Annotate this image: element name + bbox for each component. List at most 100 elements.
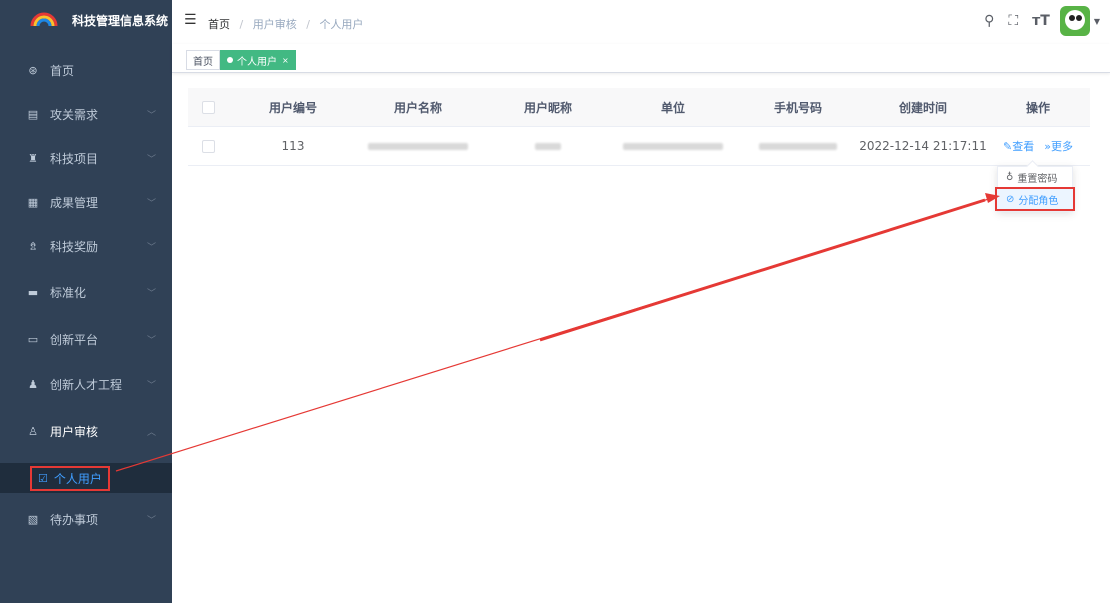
sidebar-subitem-label: 个人用户 [53,471,102,486]
cell-nickname-redacted [503,127,593,165]
row-checkbox[interactable] [198,127,218,165]
tag-personal-user[interactable]: 个人用户 × [220,50,296,70]
column-header: 用户名称 [393,100,442,115]
table-header: 用户编号 用户名称 用户昵称 单位 手机号码 创建时间 操作 [188,88,1090,127]
sidebar-item-label: 科技奖励 [50,239,99,254]
award-icon: ⇯ [28,239,38,253]
annotation-line-thick [539,198,986,342]
more-button[interactable]: »更多 [1044,138,1073,154]
tag-label: 首页 [193,56,213,68]
sidebar-item-platform[interactable]: ▭ 创新平台 ﹀ [0,314,172,364]
cell-username-redacted [363,127,473,165]
sidebar-item-results[interactable]: ▦ 成果管理 ﹀ [0,177,172,227]
sidebar-subitem-personal-user[interactable]: ☑ 个人用户 [0,463,172,493]
sidebar-item-label: 标准化 [50,285,87,300]
user-audit-icon: ♙ [28,424,38,438]
more-dropdown: ♁ 重置密码 ⊘ 分配角色 [995,160,1075,212]
fullscreen-icon[interactable]: ⛶ [1008,13,1018,29]
sidebar-item-talent[interactable]: ♟ 创新人才工程 ﹀ [0,359,172,409]
sidebar-item-label: 科技项目 [50,151,99,166]
cell-phone-redacted [748,127,848,165]
sidebar-item-standard[interactable]: ▬ 标准化 ﹀ [0,267,172,317]
header-tools: ⚲ ⛶ тT ▼ [970,6,1100,36]
tag-label: 个人用户 [237,56,277,68]
sidebar-item-award[interactable]: ⇯ 科技奖励 ﹀ [0,221,172,271]
sidebar-item-label: 用户审核 [50,424,99,439]
people-icon: ♟ [28,377,38,391]
menu-item-label: 分配角色 [1018,195,1059,207]
breadcrumb-current: 个人用户 [319,18,364,31]
app-title: 科技管理信息系统 [72,13,169,28]
chevron-down-icon: ﹀ [146,380,156,391]
sidebar-item-home[interactable]: ⊛ 首页 [0,45,172,95]
rainbow-logo-icon [30,12,58,28]
cell-created-time: 2022-12-14 21:17:11 [859,139,987,153]
sidebar-item-label: 创新平台 [50,332,99,347]
font-size-icon[interactable]: тT [1032,13,1050,29]
column-header: 用户编号 [268,100,317,115]
breadcrumb-separator: / [306,18,310,31]
chevron-down-icon: ﹀ [146,515,156,526]
table-row: 113 2022-12-14 21:17:11 ✎查看 »更多 [188,127,1090,166]
column-header: 单位 [660,100,685,115]
panda-face-icon [1064,10,1085,30]
chevron-up-icon: ︿ [146,427,156,438]
chevron-down-icon: ﹀ [146,242,156,253]
chevron-down-icon: ﹀ [146,335,156,346]
sidebar-item-todo[interactable]: ▧ 待办事项 ﹀ [0,494,172,544]
sidebar-item-demand[interactable]: ▤ 攻关需求 ﹀ [0,89,172,139]
tags-view: 首页 个人用户 × [172,44,1110,73]
sidebar-item-label: 首页 [50,63,75,78]
caret-down-icon[interactable]: ▼ [1094,17,1100,26]
list-icon: ▤ [27,107,39,121]
active-dot-icon [227,57,233,63]
chevron-down-icon: ﹀ [146,288,156,299]
view-button[interactable]: ✎查看 [1003,138,1034,154]
standard-icon: ▬ [27,285,39,299]
search-icon[interactable]: ⚲ [984,13,994,29]
tag-home[interactable]: 首页 [186,50,220,70]
cell-user-id: 113 [281,139,305,153]
sidebar-item-project[interactable]: ♜ 科技项目 ﹀ [0,133,172,183]
chevron-down-icon: ﹀ [146,198,156,209]
navbar: ☰ 首页 / 用户审核 / 个人用户 ⚲ ⛶ тT ▼ [172,0,1110,44]
user-table: 用户编号 用户名称 用户昵称 单位 手机号码 创建时间 操作 113 2022-… [188,88,1090,166]
app-logo[interactable]: 科技管理信息系统 [0,0,172,40]
select-all-checkbox[interactable] [198,88,218,126]
breadcrumb-home[interactable]: 首页 [208,18,230,31]
avatar[interactable] [1059,6,1090,36]
hamburger-icon[interactable]: ☰ [184,12,197,28]
annotation-line-thin [115,196,996,472]
cell-actions: ✎查看 »更多 [988,127,1088,165]
column-header: 创建时间 [898,100,947,115]
breadcrumb: 首页 / 用户审核 / 个人用户 [208,16,363,32]
sidebar-item-label: 创新人才工程 [50,377,123,392]
sidebar-item-label: 攻关需求 [50,107,99,122]
dashboard-icon: ⊛ [28,63,38,77]
sidebar: 科技管理信息系统 ⊛ 首页 ▤ 攻关需求 ﹀ ♜ 科技项目 ﹀ ▦ 成果管理 ﹀… [0,0,172,603]
sidebar-item-user-audit[interactable]: ♙ 用户审核 ︿ [0,406,172,456]
column-header: 操作 [1025,100,1050,115]
chevron-down-icon: ﹀ [146,110,156,121]
sidebar-item-label: 待办事项 [50,512,99,527]
chevron-down-icon: ﹀ [146,154,156,165]
close-icon[interactable]: × [282,56,289,65]
column-header: 用户昵称 [523,100,572,115]
checkbox-icon: ☑ [38,471,48,485]
key-icon: ♁ [1006,171,1014,183]
todo-icon: ▧ [27,512,39,526]
cell-unit-redacted [618,127,728,165]
monitor-icon: ▭ [27,332,39,346]
project-icon: ♜ [28,151,38,165]
breadcrumb-separator: / [239,18,244,31]
highlight-box: ☑ 个人用户 [30,465,110,491]
circle-check-icon: ⊘ [1006,193,1015,205]
breadcrumb-user-audit: 用户审核 [252,18,297,31]
panda-eye [1068,15,1075,21]
column-header: 手机号码 [773,100,822,115]
panda-eye [1075,15,1082,21]
assign-role-item[interactable]: ⊘ 分配角色 [995,187,1075,211]
menu-item-label: 重置密码 [1017,173,1058,185]
result-icon: ▦ [27,195,39,209]
sidebar-item-label: 成果管理 [50,195,99,210]
